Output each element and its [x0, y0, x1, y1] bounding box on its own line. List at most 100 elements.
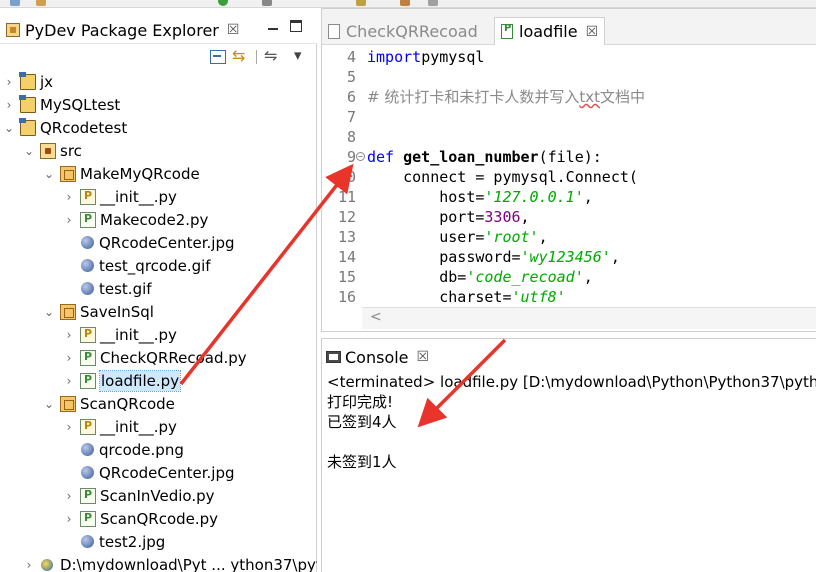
filters-icon[interactable] — [264, 46, 280, 65]
tree-item-label: test2.jpg — [99, 532, 166, 551]
line-number: 10 — [337, 168, 356, 186]
tree-item[interactable]: QRcodeCenter.jpg — [0, 231, 317, 254]
tree-item[interactable]: › D:\mydownload\Pyt ... ython37\pyt — [0, 553, 317, 572]
collapsed-arrow-icon[interactable]: › — [62, 512, 76, 526]
image-file-icon — [81, 535, 94, 548]
tree-item[interactable]: › MySQLtest — [0, 93, 317, 116]
code-line: user='root', — [367, 227, 548, 247]
tree-item[interactable]: › CheckQRRecoad.py — [0, 346, 317, 369]
code-token: db= — [367, 268, 467, 286]
line-number: 4 — [346, 48, 356, 66]
expanded-arrow-icon[interactable]: ⌄ — [2, 121, 16, 135]
tree-item[interactable]: › ScanQRcode.py — [0, 507, 317, 530]
tree-item-label: QRcodeCenter.jpg — [99, 233, 235, 252]
toolbar-icon[interactable] — [356, 0, 366, 6]
tree-item[interactable]: ⌄ ScanQRcode — [0, 392, 317, 415]
code-token: 'utf8' — [511, 288, 566, 306]
run-icon[interactable] — [218, 0, 228, 6]
image-file-icon — [81, 236, 94, 249]
close-icon[interactable]: ☒ — [227, 22, 240, 38]
collapsed-arrow-icon[interactable]: › — [62, 213, 76, 227]
code-token: , — [610, 248, 620, 266]
horizontal-scrollbar[interactable]: < — [362, 307, 816, 329]
expanded-arrow-icon[interactable]: ⌄ — [42, 167, 56, 181]
tree-item[interactable]: test.gif — [0, 277, 317, 300]
tree-item[interactable]: qrcode.png — [0, 438, 317, 461]
collapsed-arrow-icon[interactable]: › — [62, 489, 76, 503]
package-explorer-title: PyDev Package Explorer — [25, 20, 219, 40]
tree-item[interactable]: › jx — [0, 70, 317, 93]
tree-item[interactable]: QRcodeCenter.jpg — [0, 461, 317, 484]
tree-item[interactable]: ⌄ src — [0, 139, 317, 162]
toolbar-icon[interactable] — [400, 0, 410, 6]
line-number: 13 — [337, 228, 356, 246]
package-explorer-tab[interactable]: PyDev Package Explorer ☒ — [0, 16, 245, 44]
tree-item[interactable]: › ScanInVedio.py — [0, 484, 317, 507]
expanded-arrow-icon[interactable]: ⌄ — [42, 305, 56, 319]
view-menu-icon[interactable] — [292, 46, 308, 64]
collapsed-arrow-icon[interactable]: › — [62, 328, 76, 342]
collapse-all-icon[interactable] — [210, 50, 226, 64]
console-tab[interactable]: Console ☒ — [326, 345, 429, 369]
tab-loadfile[interactable]: loadfile ☒ — [494, 17, 606, 45]
collapsed-arrow-icon[interactable]: › — [22, 558, 36, 572]
link-with-editor-icon[interactable] — [232, 46, 248, 65]
tree-item[interactable]: › __init__.py — [0, 185, 317, 208]
image-file-icon — [81, 443, 94, 456]
python-init-file-icon — [80, 188, 96, 205]
tab-label: loadfile — [519, 22, 578, 41]
line-number: 15 — [337, 268, 356, 286]
toolbar-icon[interactable] — [262, 0, 272, 6]
tree-item[interactable]: › __init__.py — [0, 323, 317, 346]
collapsed-arrow-icon[interactable]: › — [2, 98, 16, 112]
code-token: def — [367, 148, 404, 166]
tree-item[interactable]: ⌄ MakeMyQRcode — [0, 162, 317, 185]
main-toolbar — [0, 0, 816, 8]
collapsed-arrow-icon[interactable]: › — [62, 420, 76, 434]
python-file-icon — [80, 510, 96, 527]
fold-toggle-icon[interactable]: − — [356, 152, 365, 161]
tree-item-label: __init__.py — [100, 325, 177, 344]
toolbar-icon[interactable] — [428, 0, 438, 6]
image-file-icon — [81, 466, 94, 479]
toolbar-icon[interactable] — [10, 0, 20, 6]
toolbar-icon[interactable] — [36, 0, 46, 6]
collapsed-arrow-icon[interactable]: › — [62, 374, 76, 388]
tree-item-label: QRcodeCenter.jpg — [99, 463, 235, 482]
python-file-icon — [80, 487, 96, 504]
python-init-file-icon — [80, 326, 96, 343]
expanded-arrow-icon[interactable]: ⌄ — [42, 397, 56, 411]
code-token: port= — [367, 208, 485, 226]
tree-item-label: ScanQRcode — [80, 394, 175, 413]
code-token: , — [538, 228, 548, 246]
tree-item[interactable]: › Makecode2.py — [0, 208, 317, 231]
console-title: Console — [345, 347, 409, 367]
tree-item-label: test.gif — [99, 279, 152, 298]
code-line: def get_loan_number(file): — [367, 147, 602, 167]
tree-item[interactable]: › loadfile.py — [0, 369, 317, 392]
console-icon — [326, 351, 341, 363]
tree-item[interactable]: test2.jpg — [0, 530, 317, 553]
code-line: db='code_recoad', — [367, 267, 593, 287]
scroll-left-icon[interactable]: < — [370, 309, 382, 325]
tree-item[interactable]: ⌄ QRcodetest — [0, 116, 317, 139]
tree-item[interactable]: ⌄ SaveInSql — [0, 300, 317, 323]
tree-item[interactable]: › __init__.py — [0, 415, 317, 438]
code-token: host= — [367, 188, 485, 206]
code-area[interactable]: 4 importpymysql 5 6 # 统计打卡和未打卡人数并写入txt文档中 7 8 9… — [322, 45, 816, 307]
close-icon[interactable]: ☒ — [586, 24, 599, 40]
close-icon[interactable]: ☒ — [417, 349, 430, 365]
python-file-icon — [80, 211, 96, 228]
collapsed-arrow-icon[interactable]: › — [62, 351, 76, 365]
tab-checkqrrecoad[interactable]: CheckQRRecoad — [322, 17, 484, 45]
maximize-icon[interactable] — [290, 20, 302, 32]
python-file-icon — [328, 23, 340, 39]
collapsed-arrow-icon[interactable]: › — [62, 190, 76, 204]
code-token: (file): — [538, 148, 602, 166]
expanded-arrow-icon[interactable]: ⌄ — [22, 144, 36, 158]
tree-item-label: MySQLtest — [40, 95, 121, 114]
collapsed-arrow-icon[interactable]: › — [2, 75, 16, 89]
package-icon — [60, 165, 76, 182]
tree-item[interactable]: test_qrcode.gif — [0, 254, 317, 277]
minimize-icon[interactable] — [266, 20, 280, 32]
